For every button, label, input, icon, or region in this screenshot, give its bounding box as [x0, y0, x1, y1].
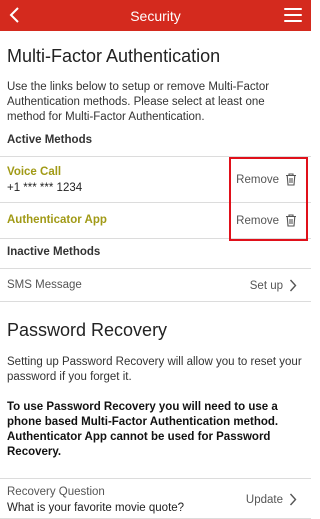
recovery-question-row[interactable]: Recovery Question What is your favorite … [0, 478, 311, 519]
mfa-title: Multi-Factor Authentication [7, 46, 221, 66]
update-recovery-button[interactable]: Update [246, 493, 297, 506]
chevron-left-icon [9, 7, 19, 23]
setup-label: Set up [249, 279, 283, 292]
hamburger-icon [284, 8, 302, 10]
update-label: Update [245, 493, 283, 506]
highlight-box [229, 157, 308, 241]
app-header: Security [0, 0, 311, 31]
recovery-note: To use Password Recovery you will need t… [7, 401, 279, 458]
method-row-sms-message[interactable]: SMS Message Set up [0, 268, 311, 302]
active-methods-label: Active Methods [7, 134, 92, 146]
method-name[interactable]: Voice Call [7, 166, 61, 178]
menu-button[interactable] [284, 8, 302, 22]
setup-sms-button[interactable]: Set up [250, 279, 297, 292]
mfa-description: Use the links below to setup or remove M… [7, 81, 270, 123]
recovery-title: Password Recovery [7, 320, 168, 340]
page-title: Security [130, 7, 181, 24]
recovery-question-value: What is your favorite movie quote? [7, 502, 185, 514]
recovery-question-label: Recovery Question [7, 486, 105, 498]
chevron-right-icon [289, 279, 297, 292]
recovery-description: Setting up Password Recovery will allow … [7, 356, 302, 383]
inactive-methods-label: Inactive Methods [7, 246, 101, 258]
chevron-right-icon [289, 493, 297, 506]
back-button[interactable] [4, 4, 26, 26]
method-name: SMS Message [7, 279, 82, 291]
method-phone-number: +1 *** *** 1234 [7, 182, 83, 194]
method-name[interactable]: Authenticator App [7, 214, 107, 226]
